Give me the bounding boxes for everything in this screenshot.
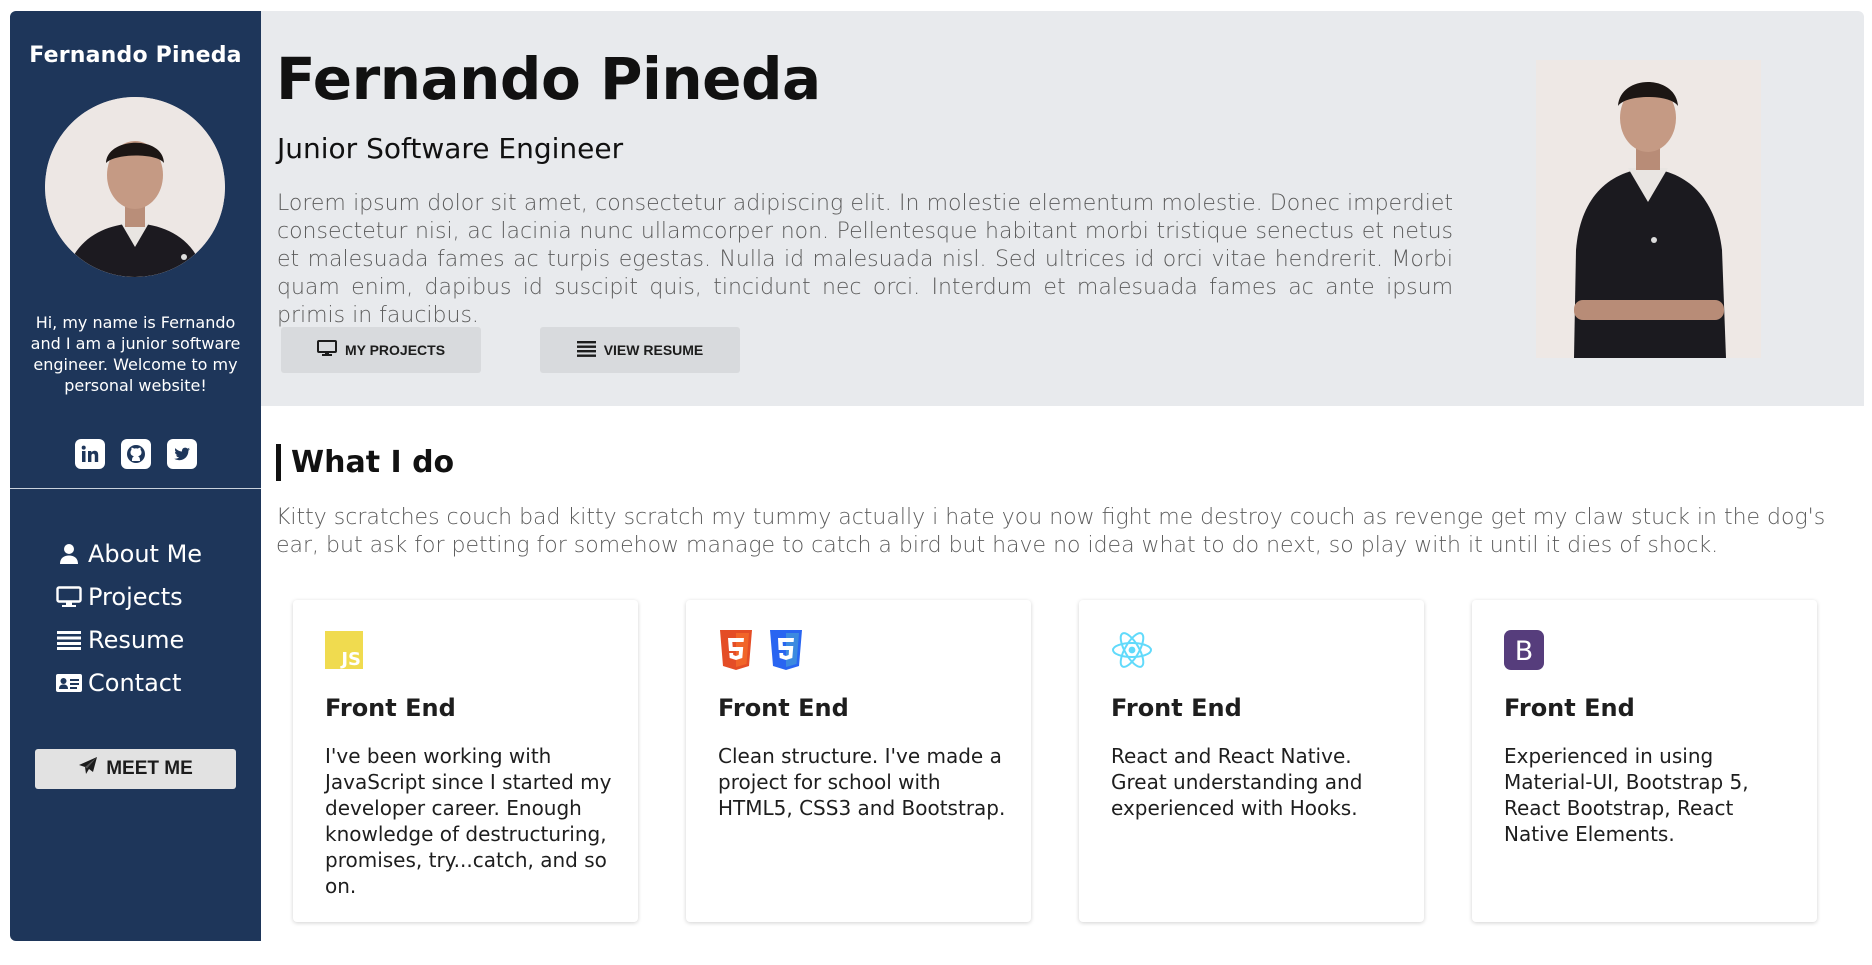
skill-card: Front End Clean structure. I've made a p…	[686, 600, 1031, 922]
twitter-icon[interactable]	[166, 439, 197, 469]
sidebar-nav: About Me Projects Resume Contact	[54, 532, 202, 704]
meet-me-label: MEET ME	[106, 758, 193, 779]
github-icon[interactable]	[120, 439, 151, 469]
nav-item-about-me[interactable]: About Me	[54, 532, 202, 575]
skill-card: B Front End Experienced in using Materia…	[1472, 600, 1817, 922]
bootstrap-icon: B	[1504, 630, 1544, 674]
heading-accent-bar	[276, 444, 281, 481]
profile-photo	[1536, 60, 1761, 358]
sidebar-divider	[10, 488, 261, 489]
paper-plane-icon	[78, 756, 98, 782]
sidebar-intro: Hi, my name is Fernando and I am a junio…	[30, 313, 241, 395]
avatar	[45, 97, 225, 277]
card-text: React and React Native. Great understand…	[1111, 744, 1363, 820]
user-icon	[54, 543, 84, 565]
react-icon	[1111, 631, 1153, 673]
what-i-do-heading: What I do	[276, 444, 454, 481]
sidebar: Fernando Pineda Hi, my name is Fernando …	[10, 11, 261, 941]
skill-card: Front End React and React Native. Great …	[1079, 600, 1424, 922]
my-projects-label: MY PROJECTS	[344, 342, 446, 358]
address-card-icon	[54, 673, 84, 693]
linkedin-icon[interactable]	[74, 439, 105, 469]
list-icon	[576, 340, 596, 360]
card-title: Front End	[1504, 694, 1635, 722]
bootstrap-icon-text: B	[1515, 636, 1534, 667]
nav-label: Projects	[88, 582, 183, 611]
meet-me-button[interactable]: MEET ME	[35, 749, 236, 789]
monitor-icon	[316, 340, 337, 360]
monitor-icon	[54, 585, 84, 608]
card-text: Experienced in using Material-UI, Bootst…	[1504, 744, 1749, 846]
skill-card: JS Front End I've been working with Java…	[293, 600, 638, 922]
view-resume-label: VIEW RESUME	[603, 342, 704, 358]
list-icon	[54, 630, 84, 650]
section-title: What I do	[291, 445, 455, 480]
hero-section: Fernando Pineda Junior Software Engineer…	[261, 11, 1864, 406]
view-resume-button[interactable]: VIEW RESUME	[540, 327, 740, 373]
job-title: Junior Software Engineer	[277, 132, 624, 165]
nav-label: Resume	[88, 625, 185, 654]
my-projects-button[interactable]: MY PROJECTS	[281, 327, 481, 373]
sidebar-name: Fernando Pineda	[29, 43, 242, 68]
nav-item-contact[interactable]: Contact	[54, 661, 202, 704]
js-icon-text: JS	[339, 649, 361, 669]
hero-description: Lorem ipsum dolor sit amet, consectetur …	[277, 191, 1453, 328]
nav-item-projects[interactable]: Projects	[54, 575, 202, 618]
card-text: I've been working with JavaScript since …	[325, 744, 612, 898]
nav-item-resume[interactable]: Resume	[54, 618, 202, 661]
social-links	[10, 439, 261, 469]
js-icon: JS	[325, 631, 363, 673]
card-title: Front End	[1111, 694, 1242, 722]
card-title: Front End	[325, 694, 456, 722]
card-text: Clean structure. I've made a project for…	[718, 744, 1006, 820]
nav-label: Contact	[88, 668, 182, 697]
css3-icon	[768, 630, 804, 674]
html5-icon	[718, 630, 754, 674]
nav-label: About Me	[88, 539, 203, 568]
page-title: Fernando Pineda	[276, 45, 821, 113]
what-i-do-description: Kitty scratches couch bad kitty scratch …	[276, 505, 1826, 558]
card-title: Front End	[718, 694, 849, 722]
